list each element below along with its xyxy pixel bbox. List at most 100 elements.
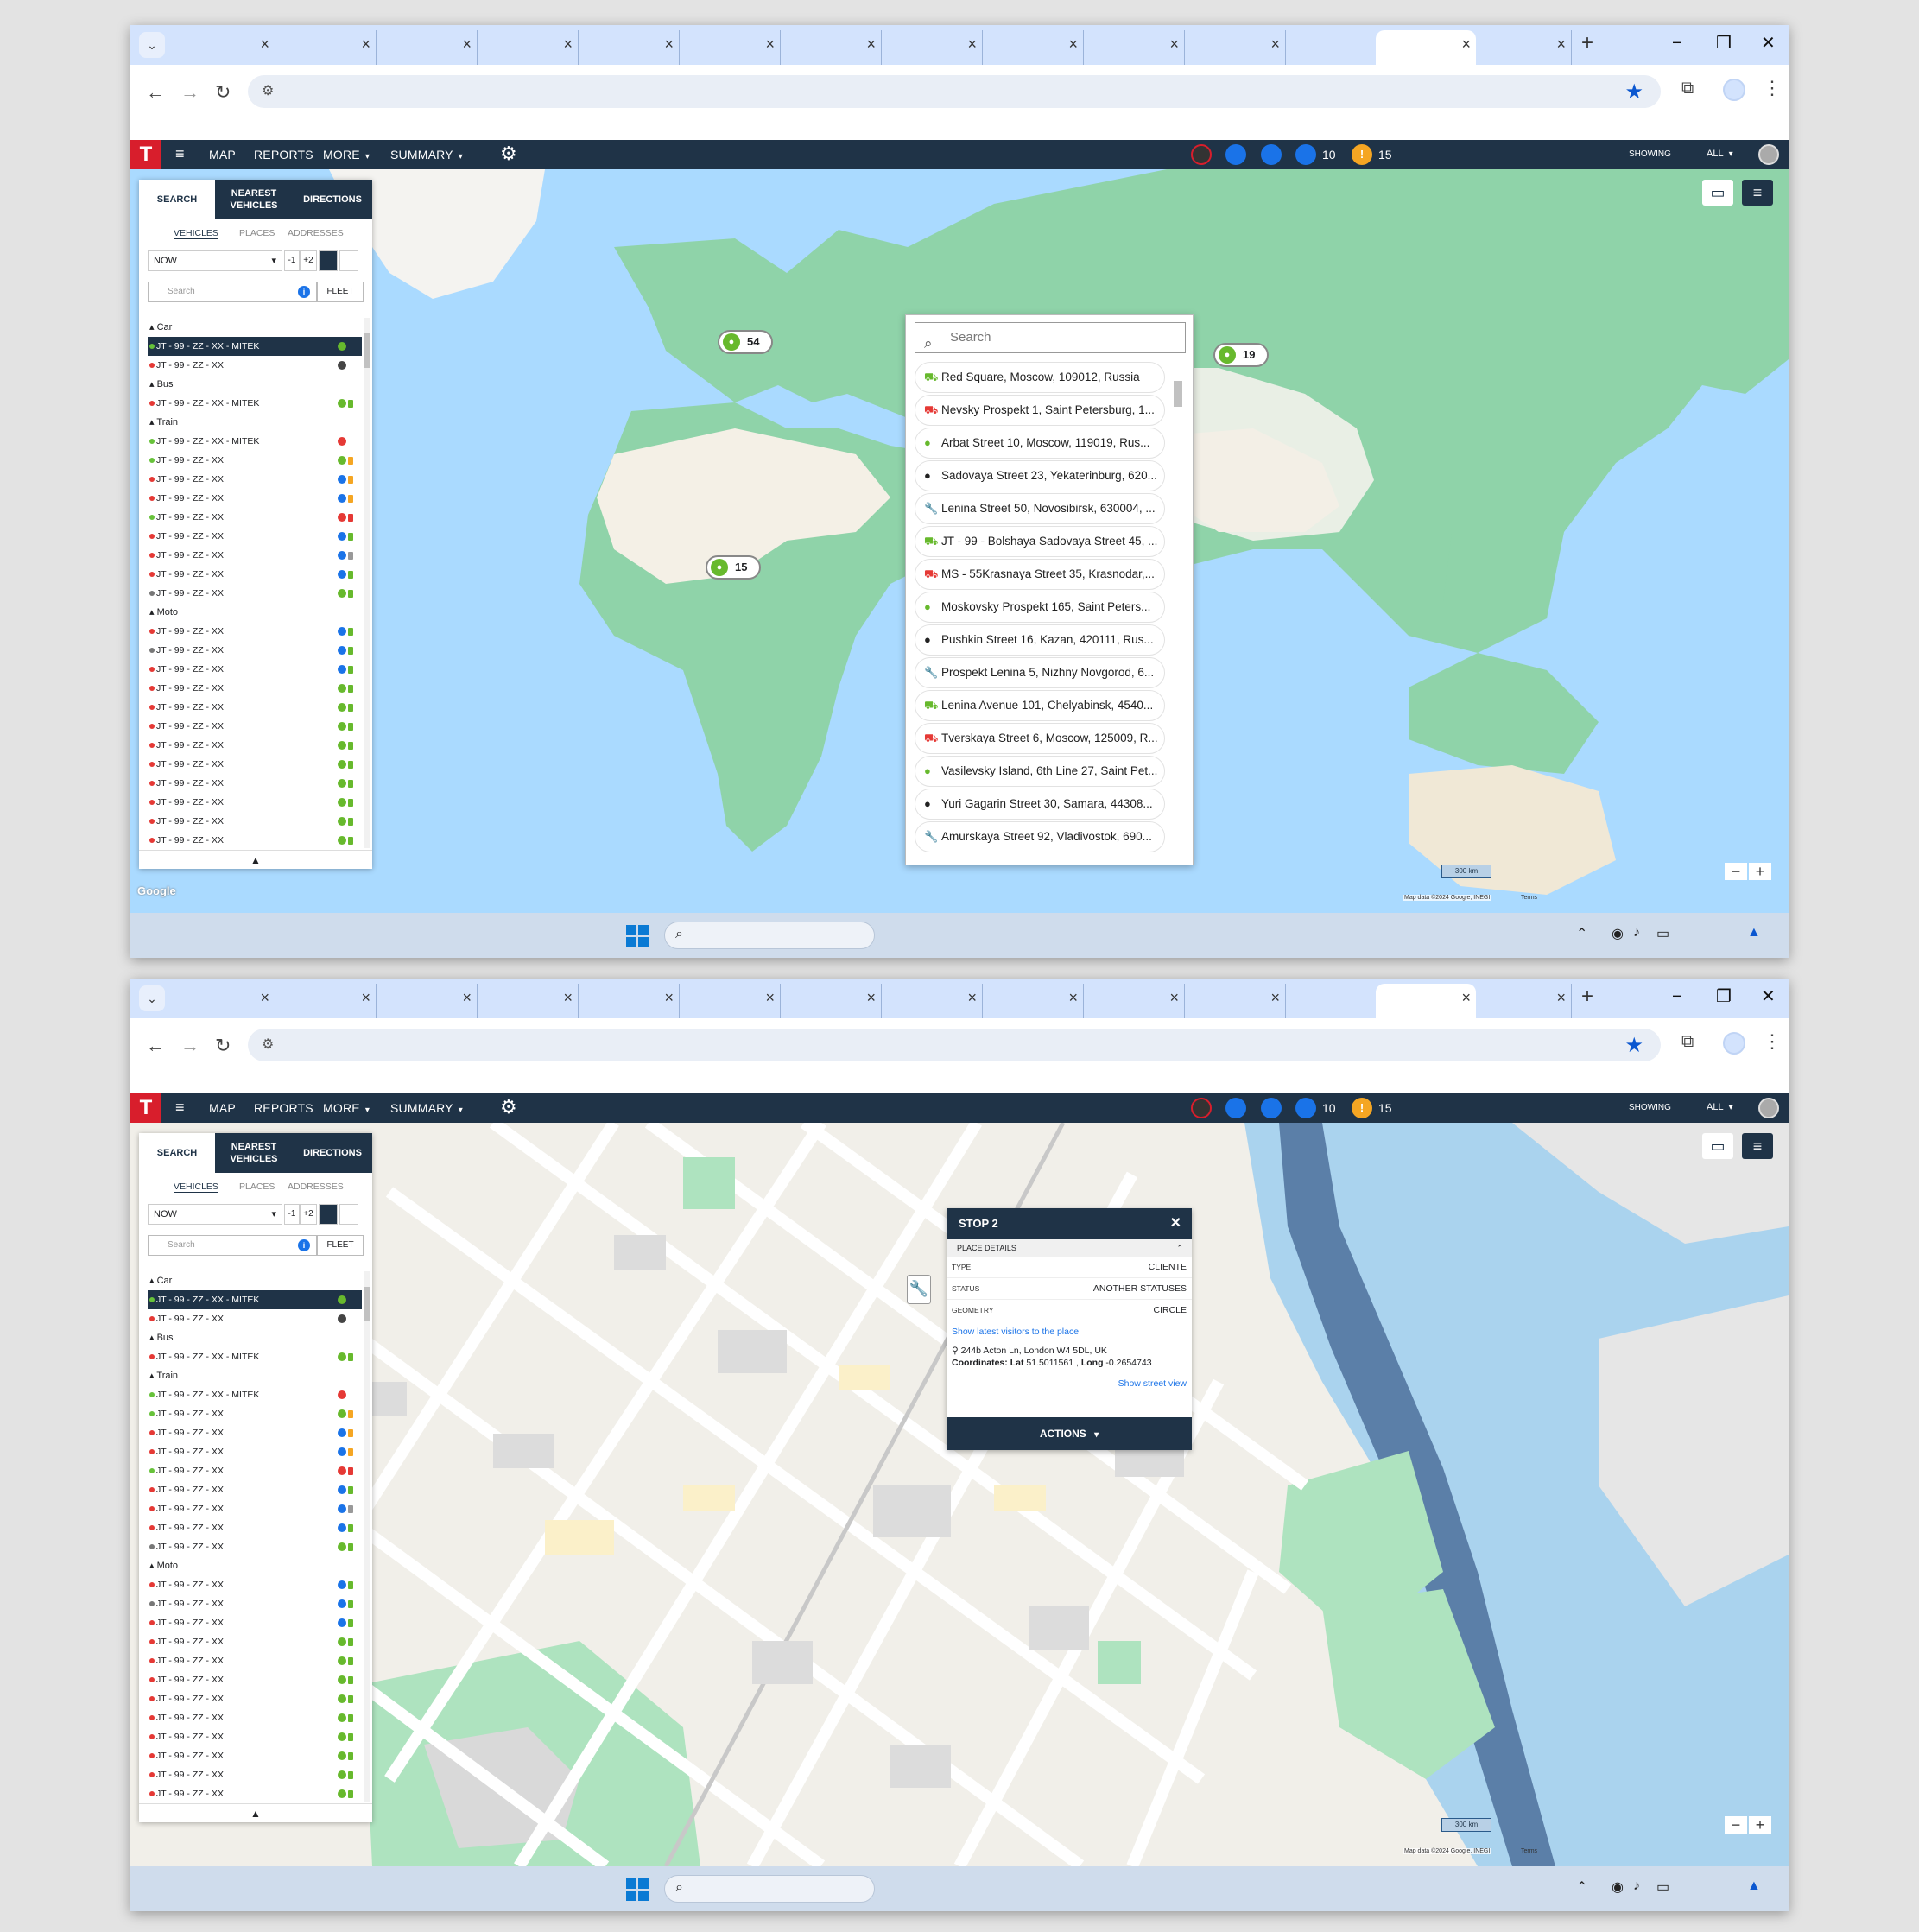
collapse-panel-button[interactable]: ▲ bbox=[139, 1803, 372, 1822]
map-cluster-marker[interactable]: ● 54 bbox=[718, 330, 773, 354]
browser-tab[interactable]: × bbox=[1186, 30, 1286, 65]
cluster-result-item[interactable]: ⛟ Nevsky Prospekt 1, Saint Petersburg, 1.… bbox=[915, 395, 1165, 426]
scrollbar-thumb[interactable] bbox=[364, 1287, 370, 1321]
site-settings-icon[interactable]: ⚙ bbox=[262, 1036, 274, 1053]
user-avatar[interactable] bbox=[1758, 144, 1779, 165]
pin-toggle-icon[interactable] bbox=[319, 250, 338, 271]
vehicle-route-icon[interactable] bbox=[1226, 144, 1246, 165]
vehicles-toggle-icon[interactable]: ▭ bbox=[1702, 180, 1733, 206]
wifi-icon[interactable]: ◉ bbox=[1612, 1878, 1624, 1896]
scrollbar-thumb[interactable] bbox=[364, 333, 370, 368]
alert-icon[interactable]: ! bbox=[1352, 144, 1372, 165]
browser-tab[interactable]: × bbox=[681, 30, 781, 65]
driver-icon[interactable] bbox=[1191, 144, 1212, 165]
cluster-result-item[interactable]: ● Yuri Gagarin Street 30, Samara, 44308..… bbox=[915, 789, 1165, 820]
browser-tab[interactable]: × bbox=[1186, 984, 1286, 1018]
vehicle-row[interactable]: JT - 99 - ZZ - XX bbox=[148, 546, 362, 565]
vehicle-row[interactable]: JT - 99 - ZZ - XX bbox=[148, 1632, 362, 1651]
menu-reports[interactable]: REPORTS bbox=[254, 148, 314, 162]
cluster-result-item[interactable]: ● Pushkin Street 16, Kazan, 420111, Rus..… bbox=[915, 624, 1165, 656]
vehicle-row[interactable]: JT - 99 - ZZ - XX bbox=[148, 508, 362, 527]
place-details-section[interactable]: PLACE DETAILS ⌃ bbox=[947, 1239, 1192, 1257]
tab-close-icon[interactable]: × bbox=[765, 989, 775, 1006]
tab-nearest-vehicles[interactable]: NEAREST VEHICLES bbox=[215, 1133, 293, 1173]
vehicle-row[interactable]: JT - 99 - ZZ - XX bbox=[148, 1537, 362, 1556]
zoom-out-button[interactable]: − bbox=[1725, 1816, 1747, 1834]
vehicle-row[interactable]: JT - 99 - ZZ - XX - MITEK bbox=[148, 1347, 362, 1366]
tab-nearest-vehicles[interactable]: NEAREST VEHICLES bbox=[215, 180, 293, 219]
windows-start-icon[interactable] bbox=[626, 925, 649, 947]
hamburger-icon[interactable]: ≡ bbox=[175, 1099, 185, 1117]
cluster-result-item[interactable]: ● Sadovaya Street 23, Yekaterinburg, 620.… bbox=[915, 460, 1165, 491]
subtab-vehicles[interactable]: VEHICLES bbox=[174, 228, 218, 238]
browser-menu-icon[interactable]: ⋮ bbox=[1763, 1030, 1782, 1053]
volume-icon[interactable]: ♪ bbox=[1633, 1878, 1640, 1894]
browser-tab[interactable]: × bbox=[782, 984, 882, 1018]
browser-tab[interactable]: × bbox=[276, 984, 377, 1018]
subtab-addresses[interactable]: ADDRESSES bbox=[288, 1181, 344, 1192]
reload-button[interactable]: ↻ bbox=[215, 82, 231, 103]
showing-filter[interactable]: ALL ▾ bbox=[1707, 149, 1733, 159]
wifi-icon[interactable]: ◉ bbox=[1612, 925, 1624, 942]
cluster-result-item[interactable]: ⛟ MS - 55Krasnaya Street 35, Krasnodar,..… bbox=[915, 559, 1165, 590]
menu-summary[interactable]: SUMMARY ▾ bbox=[390, 148, 463, 162]
tab-close-icon[interactable]: × bbox=[1556, 35, 1566, 53]
browser-tab[interactable]: × bbox=[984, 30, 1084, 65]
browser-tab[interactable]: × bbox=[681, 984, 781, 1018]
collapse-panel-button[interactable]: ▲ bbox=[139, 850, 372, 869]
browser-tab[interactable]: × bbox=[478, 30, 579, 65]
restore-button[interactable]: ❐ bbox=[1716, 30, 1732, 56]
vehicle-row[interactable]: JT - 99 - ZZ - XX bbox=[148, 793, 362, 812]
forward-button[interactable]: → bbox=[180, 82, 200, 103]
browser-tab[interactable]: × bbox=[377, 984, 478, 1018]
vehicle-row[interactable]: JT - 99 - ZZ - XX bbox=[148, 489, 362, 508]
vehicle-row[interactable]: JT - 99 - ZZ - XX - MITEK bbox=[148, 1385, 362, 1404]
browser-tab[interactable]: × bbox=[580, 984, 680, 1018]
cluster-result-item[interactable]: ● Moskovsky Prospekt 165, Saint Peters... bbox=[915, 592, 1165, 623]
vehicle-list-scrollbar[interactable] bbox=[364, 318, 370, 848]
vehicle-row[interactable]: JT - 99 - ZZ - XX bbox=[148, 1689, 362, 1708]
vehicle-row[interactable]: JT - 99 - ZZ - XX bbox=[148, 565, 362, 584]
minus-hour-button[interactable]: -1 bbox=[284, 250, 300, 271]
browser-tab[interactable]: × bbox=[580, 30, 680, 65]
show-visitors-link[interactable]: Show latest visitors to the place bbox=[952, 1327, 1187, 1337]
vehicle-row[interactable]: JT - 99 - ZZ - XX - MITEK bbox=[148, 394, 362, 413]
hamburger-icon[interactable]: ≡ bbox=[175, 145, 185, 163]
vehicle-row[interactable]: JT - 99 - ZZ - XX bbox=[148, 698, 362, 717]
cluster-result-item[interactable]: 🔧 Amurskaya Street 92, Vladivostok, 690..… bbox=[915, 821, 1165, 852]
browser-tab[interactable]: × bbox=[984, 984, 1084, 1018]
app-logo[interactable]: T bbox=[130, 1093, 162, 1123]
tab-close-icon[interactable]: × bbox=[967, 989, 977, 1006]
showing-filter[interactable]: ALL ▾ bbox=[1707, 1102, 1733, 1112]
taskbar-search[interactable]: ⌕ bbox=[664, 922, 875, 949]
vehicle-row[interactable]: JT - 99 - ZZ - XX bbox=[148, 1613, 362, 1632]
menu-map[interactable]: MAP bbox=[209, 1101, 236, 1115]
plus-hour-button[interactable]: +2 bbox=[300, 1204, 317, 1225]
actions-button[interactable]: ACTIONS ▾ bbox=[947, 1417, 1192, 1450]
tab-search-dropdown[interactable]: ⌄ bbox=[139, 985, 165, 1011]
vehicle-row[interactable]: JT - 99 - ZZ - XX bbox=[148, 1309, 362, 1328]
menu-more[interactable]: MORE ▾ bbox=[323, 1101, 370, 1115]
vehicle-group-header[interactable]: ▴ Car bbox=[148, 1271, 362, 1290]
zoom-in-button[interactable]: + bbox=[1749, 1816, 1771, 1834]
volume-icon[interactable]: ♪ bbox=[1633, 925, 1640, 941]
subtab-places[interactable]: PLACES bbox=[239, 1181, 275, 1192]
vehicle-group-header[interactable]: ▴ Train bbox=[148, 1366, 362, 1385]
url-field[interactable]: ⚙ ★ bbox=[248, 1029, 1661, 1061]
back-button[interactable]: ← bbox=[146, 82, 165, 103]
pin-toggle-icon[interactable] bbox=[319, 1204, 338, 1225]
reload-button[interactable]: ↻ bbox=[215, 1036, 231, 1056]
vehicle-search-input[interactable]: Search bbox=[148, 1235, 317, 1256]
browser-tab[interactable]: × bbox=[175, 30, 276, 65]
cluster-result-item[interactable]: ● Arbat Street 10, Moscow, 119019, Rus... bbox=[915, 428, 1165, 459]
plus-hour-button[interactable]: +2 bbox=[300, 250, 317, 271]
browser-menu-icon[interactable]: ⋮ bbox=[1763, 77, 1782, 99]
browser-tab[interactable]: × bbox=[1477, 984, 1572, 1018]
vehicle-row[interactable]: JT - 99 - ZZ - XX bbox=[148, 831, 362, 848]
battery-icon[interactable]: ▭ bbox=[1656, 1878, 1669, 1896]
vehicle-row[interactable]: JT - 99 - ZZ - XX bbox=[148, 451, 362, 470]
time-select[interactable]: NOW bbox=[148, 1204, 282, 1225]
vehicle-row[interactable]: JT - 99 - ZZ - XX bbox=[148, 622, 362, 641]
vehicle-row[interactable]: JT - 99 - ZZ - XX - MITEK bbox=[148, 1290, 362, 1309]
browser-tab[interactable]: × bbox=[478, 984, 579, 1018]
